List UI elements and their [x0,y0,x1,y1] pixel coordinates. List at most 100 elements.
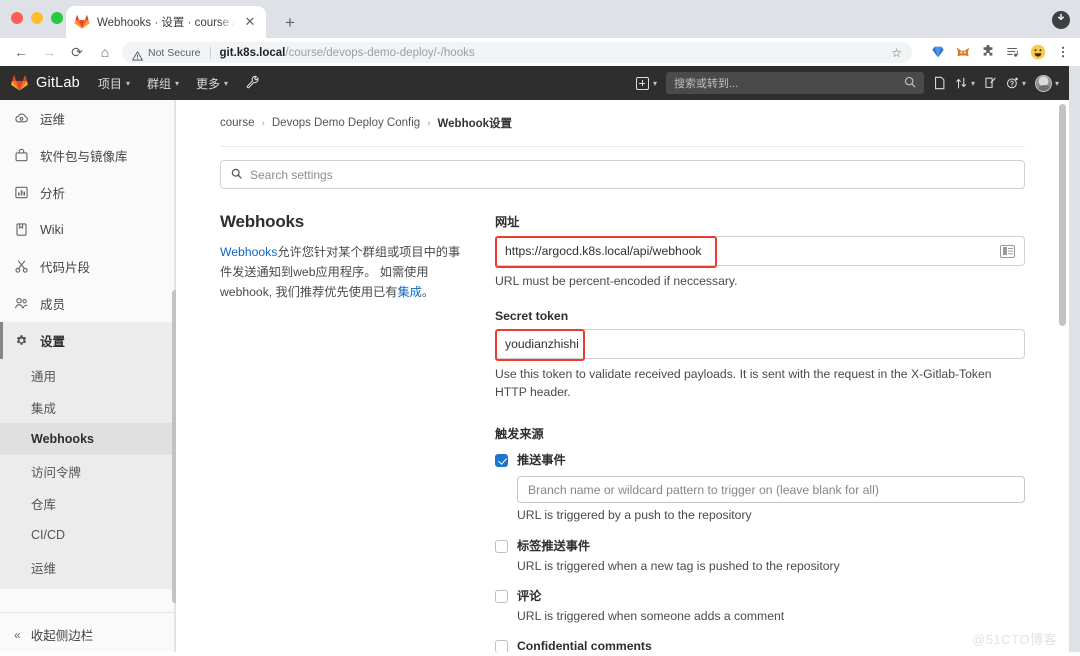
nav-groups[interactable]: 群组 ▾ [147,75,179,92]
breadcrumb-item-course[interactable]: course [220,117,255,129]
diamond-icon[interactable] [927,41,949,63]
sidebar-item-deployments[interactable]: 运维 [0,100,175,137]
reload-icon[interactable]: ⟳ [64,39,90,65]
user-menu[interactable]: ▾ [1034,74,1059,92]
url-path: /course/devops-demo-deploy/-/hooks [285,46,475,59]
home-icon[interactable]: ⌂ [92,39,118,65]
chevron-down-icon: ▾ [125,78,130,88]
sidebar-subitem-label: 通用 [31,369,57,384]
new-tab-button[interactable]: + [278,11,302,35]
push-events-checkbox[interactable] [495,454,508,467]
window-bottom-edge [0,652,1080,656]
window-traffic-lights [11,12,63,24]
create-new-button[interactable]: ▾ [635,76,657,90]
sidebar-item-settings[interactable]: 设置 [0,322,175,359]
sidebar-item-members[interactable]: 成员 [0,285,175,322]
help-icon[interactable]: ▾ [1006,76,1026,90]
nav-buttons: ← → ⟳ ⌂ [8,38,118,66]
smiley-profile-icon[interactable] [1027,41,1049,63]
issues-board-icon[interactable] [933,76,946,90]
nav-more-label: 更多 [195,76,220,91]
browser-tab[interactable]: Webhooks · 设置 · course / Dev ✕ [66,6,266,38]
todos-icon[interactable] [984,76,997,90]
sidebar-item-analytics[interactable]: 分析 [0,174,175,211]
sidebar-subitem-access-tokens[interactable]: 访问令牌 [0,455,175,487]
sidebar-subitem-general[interactable]: 通用 [0,359,175,391]
close-tab-icon[interactable]: ✕ [242,14,258,30]
branch-filter-input[interactable]: Branch name or wildcard pattern to trigg… [517,476,1025,503]
global-search-input[interactable]: 搜索或转到... [665,72,924,94]
forward-icon[interactable]: → [36,39,62,65]
analytics-icon [14,185,29,200]
close-window-button[interactable] [11,12,23,24]
settings-columns: Webhooks Webhooks允许您针对某个群组或项目中的事件发送通知到we… [176,189,1069,656]
comments-label: 评论 [517,589,542,603]
back-icon[interactable]: ← [8,39,34,65]
trigger-push-events[interactable]: 推送事件 [495,453,1025,468]
wiki-icon [14,222,29,237]
sidebar-subitem-label: 仓库 [31,497,57,512]
sidebar-item-label: 运维 [40,113,66,127]
sidebar-subitem-integrations[interactable]: 集成 [0,391,175,423]
downloads-icon[interactable] [1052,11,1070,29]
admin-wrench-icon[interactable] [246,75,260,92]
omnibox-divider [209,46,211,59]
push-events-detail: Branch name or wildcard pattern to trigg… [517,476,1025,524]
url-input[interactable]: https://argocd.k8s.local/api/webhook [495,236,1025,268]
page-title: Webhooks [220,212,305,231]
form-field-icon[interactable] [1000,244,1015,258]
merge-requests-icon[interactable]: ▾ [955,76,975,90]
sidebar-item-packages[interactable]: 软件包与镜像库 [0,137,175,174]
metamask-fox-icon[interactable] [952,41,974,63]
kebab-menu-icon[interactable] [1052,41,1074,63]
main-scrollbar[interactable] [1059,104,1066,326]
nav-projects[interactable]: 项目 ▾ [98,75,130,92]
integrations-link[interactable]: 集成 [397,285,421,299]
sidebar-item-snippets[interactable]: 代码片段 [0,248,175,285]
sidebar-subitem-label: 访问令牌 [31,465,82,480]
sidebar-item-label: 设置 [40,335,66,349]
tag-push-events-label: 标签推送事件 [517,539,591,553]
sidebar-item-label: Wiki [40,222,64,237]
sidebar-subitem-cicd[interactable]: CI/CD [0,519,175,551]
gitlab-main-nav: 项目 ▾ 群组 ▾ 更多 ▾ [98,75,228,92]
breadcrumb-item-project[interactable]: Devops Demo Deploy Config [272,117,420,129]
comments-checkbox[interactable] [495,590,508,603]
trigger-tag-push-events[interactable]: 标签推送事件 URL is triggered when a new tag i… [495,539,1025,575]
gitlab-logo[interactable]: GitLab [10,74,80,92]
secret-field-label: Secret token [495,309,569,323]
triggers-section-title: 触发来源 [495,427,544,441]
nav-groups-label: 群组 [146,76,171,91]
trigger-comments[interactable]: 评论 URL is triggered when someone adds a … [495,589,1025,625]
address-bar-url: git.k8s.local/course/devops-demo-deploy/… [220,47,475,59]
chevron-down-icon: ▾ [970,78,975,88]
minimize-window-button[interactable] [31,12,43,24]
sidebar-item-wiki[interactable]: Wiki [0,211,175,248]
chevron-down-icon: ▾ [224,78,229,88]
project-sidebar: 运维 软件包与镜像库 分析 Wiki 代码片段 成员 设置 通用 集成 Webh… [0,100,178,656]
sidebar-subitem-label: Webhooks [31,432,94,446]
sidebar-subitem-monitor[interactable]: 运维 [0,551,175,583]
playlist-icon[interactable] [1002,41,1024,63]
secret-token-input[interactable]: youdianzhishi [495,329,1025,361]
main-content: course › Devops Demo Deploy Config › Web… [176,100,1069,656]
search-settings-placeholder: Search settings [250,167,333,182]
sidebar-subitem-repository[interactable]: 仓库 [0,487,175,519]
sidebar-subitem-webhooks[interactable]: Webhooks [0,423,175,455]
puzzle-extension-icon[interactable] [977,41,999,63]
sidebar-subitem-label: 集成 [31,401,57,416]
nav-more[interactable]: 更多 ▾ [196,75,228,92]
search-settings-input[interactable]: Search settings [220,160,1025,189]
sidebar-item-label: 成员 [40,298,66,312]
avatar [1034,74,1052,92]
address-bar[interactable]: Not Secure git.k8s.local/course/devops-d… [122,42,912,63]
gitlab-fox-icon [10,74,29,92]
collapse-sidebar-button[interactable]: « 收起侧边栏 [0,612,175,656]
webhooks-doc-link[interactable]: Webhooks [220,245,277,259]
maximize-window-button[interactable] [51,12,63,24]
url-input-value: https://argocd.k8s.local/api/webhook [505,244,702,258]
bookmark-star-icon[interactable]: ☆ [891,46,902,60]
tag-push-events-checkbox[interactable] [495,540,508,553]
members-icon [14,296,29,311]
not-secure-warning-icon [132,48,143,61]
